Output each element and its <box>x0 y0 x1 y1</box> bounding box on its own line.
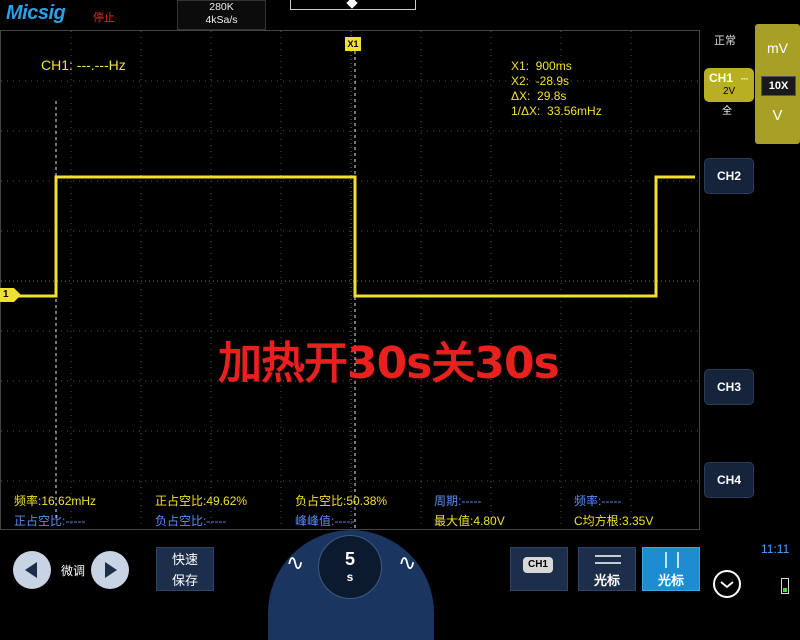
measure-negative-duty[interactable]: 负占空比:50.38% <box>295 492 387 509</box>
ch4-button[interactable]: CH4 <box>704 462 754 498</box>
chevron-down-icon[interactable] <box>713 570 741 598</box>
timebase-decrease-icon[interactable]: ∿ <box>286 551 304 576</box>
battery-icon <box>781 578 789 594</box>
ch1-scale: 2V <box>723 86 736 97</box>
brand-logo: Micsig <box>6 2 66 24</box>
fine-tune-label: 微调 <box>61 564 86 578</box>
horizontal-cursor-icon <box>595 555 621 564</box>
vertical-cursor-button[interactable]: 光标 <box>642 547 700 591</box>
measure-frequency-2[interactable]: 频率:----- <box>574 492 621 509</box>
measure-period[interactable]: 周期:----- <box>434 492 481 509</box>
timebase-unit: s <box>346 570 354 584</box>
cursor-delta-value: ΔX: 29.8s <box>511 89 567 103</box>
dc-coupling-icon: ⎓ <box>741 74 749 84</box>
vertical-cursor-label: 光标 <box>657 574 684 589</box>
ch1-frequency-readout: CH1: ---.---Hz <box>41 57 126 73</box>
arrow-left-icon <box>25 562 37 578</box>
scale-up-button[interactable]: mV <box>755 40 800 56</box>
ch1-button-label: CH1 <box>709 71 734 85</box>
quick-save-label-1: 快速 <box>171 553 198 568</box>
chevron-down-glyph <box>720 581 734 589</box>
measure-peak-to-peak[interactable]: 峰峰值:----- <box>295 512 354 529</box>
cursor-x1-value: X1: 900ms <box>511 59 572 73</box>
timebase-increase-icon[interactable]: ∿ <box>398 551 416 576</box>
cursor-channel-chip: CH1 <box>523 557 553 573</box>
fine-tune-left-button[interactable] <box>13 551 51 589</box>
ch1-waveform <box>1 175 695 298</box>
scale-down-button[interactable]: V <box>755 107 800 124</box>
quick-save-label-2: 保存 <box>171 574 198 589</box>
system-clock: 11:11 <box>761 542 790 556</box>
ch1-offset-marker[interactable]: 1 <box>0 288 21 302</box>
horizontal-cursor-label: 光标 <box>593 574 620 589</box>
cursor-x1-handle[interactable]: X1 <box>345 37 361 51</box>
cursor-x2-value: X2: -28.9s <box>511 74 570 88</box>
ch3-button[interactable]: CH3 <box>704 369 754 405</box>
measure-maximum[interactable]: 最大值:4.80V <box>434 512 505 529</box>
run-status[interactable]: 停止 <box>93 9 115 25</box>
measure-frequency[interactable]: 频率:16.62mHz <box>14 492 96 509</box>
memory-depth: 280K <box>209 1 234 13</box>
timebase-value: 5 <box>344 549 355 569</box>
annotation-overlay: 加热开30s关30s <box>218 338 560 389</box>
quick-save-button[interactable]: 快速 保存 <box>156 547 214 591</box>
cursor-inverse-delta-value: 1/ΔX: 33.56mHz <box>511 104 602 118</box>
ch1-bandwidth: 全 <box>722 106 732 117</box>
ch1-button[interactable]: CH1 ⎓ 2V <box>704 68 754 102</box>
fine-tune-right-button[interactable] <box>91 551 129 589</box>
sample-rate: 4kSa/s <box>205 14 238 26</box>
probe-ratio-button[interactable]: 10X <box>761 76 796 96</box>
cursor-readout: X1: 900ms X2: -28.9s ΔX: 29.8s 1/ΔX: 33.… <box>511 59 602 119</box>
measure-cycle-rms[interactable]: C均方根:3.35V <box>574 512 653 529</box>
measure-positive-duty[interactable]: 正占空比:49.62% <box>155 492 247 509</box>
horizontal-cursor-button[interactable]: 光标 <box>578 547 636 591</box>
vertical-scale-panel: mV 10X V <box>755 24 800 144</box>
acquisition-info[interactable]: 280K 4kSa/s <box>177 0 266 30</box>
top-bar: Micsig 停止 280K 4kSa/s <box>0 0 800 30</box>
cursor-channel-select-button[interactable]: CH1 <box>510 547 568 591</box>
measure-negative-duty-2[interactable]: 负占空比:----- <box>155 512 226 529</box>
vertical-cursor-icon <box>665 552 679 568</box>
ch2-button[interactable]: CH2 <box>704 158 754 194</box>
arrow-right-icon <box>105 562 117 578</box>
measure-positive-duty-2[interactable]: 正占空比:----- <box>14 512 85 529</box>
trigger-mode[interactable]: 正常 <box>714 32 736 48</box>
